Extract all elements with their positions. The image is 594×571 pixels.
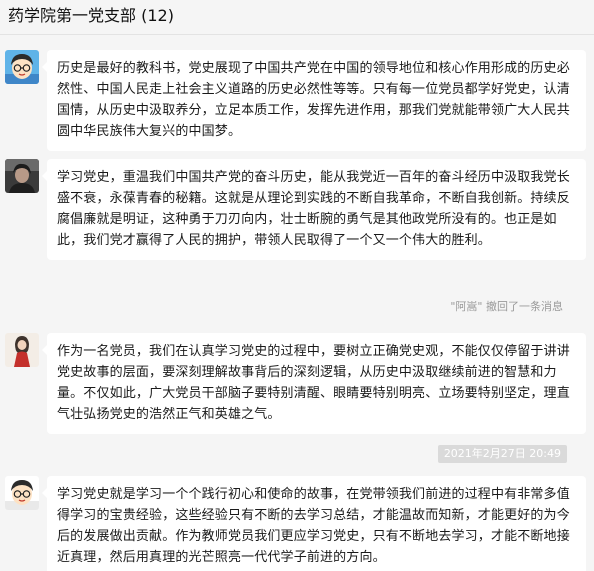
cartoon-boy-glasses-avatar-icon[interactable]: [5, 476, 39, 510]
message-bubble[interactable]: 学习党史就是学习一个个践行初心和使命的故事，在党带领我们前进的过程中有非常多值得…: [42, 476, 586, 571]
message-text: 历史是最好的教科书，党史展现了中国共产党在中国的领导地位和核心作用形成的历史必然…: [57, 61, 570, 139]
message-bubble[interactable]: 学习党史，重温我们中国共产党的奋斗历史，能从我党近一百年的奋斗经历中汲取我党长盛…: [42, 159, 586, 260]
girl-red-dress-avatar-icon[interactable]: [5, 333, 39, 367]
message-bubble[interactable]: 作为一名党员，我们在认真学习党史的过程中，要树立正确党史观，不能仅仅停留于讲讲党…: [42, 333, 586, 434]
message-bubble[interactable]: 历史是最好的教科书，党史展现了中国共产党在中国的领导地位和核心作用形成的历史必然…: [42, 50, 586, 151]
message-text: 学习党史就是学习一个个践行初心和使命的故事，在党带领我们前进的过程中有非常多值得…: [57, 487, 570, 565]
timestamp: 2021年2月27日 20:49: [437, 445, 567, 463]
cartoon-boy-glasses-avatar-icon[interactable]: [5, 50, 39, 84]
message-list[interactable]: 历史是最好的教科书，党史展现了中国共产党在中国的领导地位和核心作用形成的历史必然…: [0, 35, 594, 571]
message-text: 学习党史，重温我们中国共产党的奋斗历史，能从我党近一百年的奋斗经历中汲取我党长盛…: [57, 170, 570, 248]
chat-header: 药学院第一党支部 (12): [0, 0, 594, 35]
dark-portrait-avatar-icon[interactable]: [5, 159, 39, 193]
message-text: 作为一名党员，我们在认真学习党史的过程中，要树立正确党史观，不能仅仅停留于讲讲党…: [57, 344, 570, 422]
recall-notice: "阿嵩" 撤回了一条消息: [450, 300, 563, 313]
chat-title: 药学院第一党支部 (12): [8, 6, 174, 25]
